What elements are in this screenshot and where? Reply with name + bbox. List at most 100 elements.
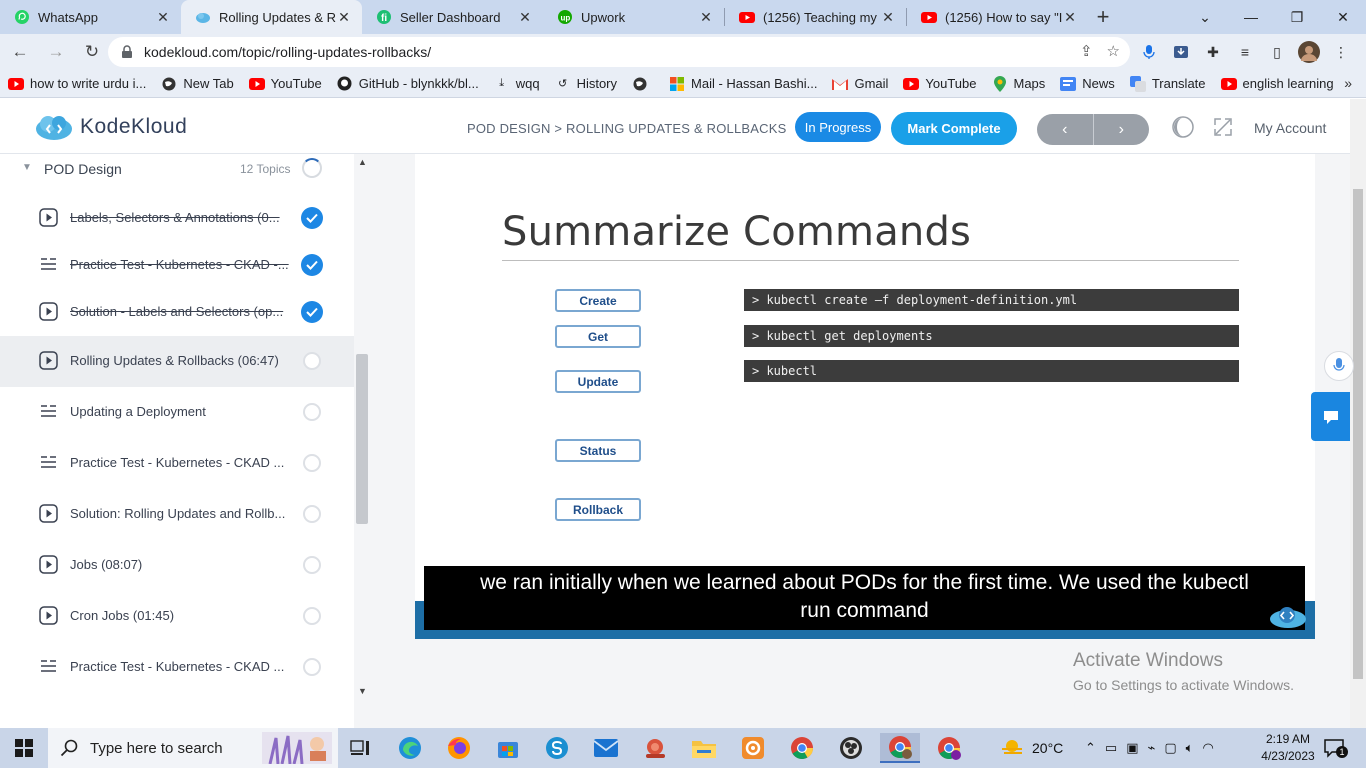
page-scroll-thumb[interactable] bbox=[1353, 189, 1363, 679]
extensions-puzzle-icon[interactable]: ✚ bbox=[1202, 41, 1224, 63]
bookmark-star-icon[interactable]: ☆ bbox=[1107, 42, 1120, 60]
page-scrollbar[interactable] bbox=[1350, 99, 1366, 728]
scroll-up-arrow-icon[interactable]: ▲ bbox=[358, 157, 367, 167]
new-tab-button[interactable]: + bbox=[1088, 0, 1118, 34]
close-tab-icon[interactable]: ✕ bbox=[698, 9, 714, 26]
sidebar-lesson-item[interactable]: Labels, Selectors & Annotations (0... bbox=[0, 193, 354, 244]
bookmark-item[interactable]: Translate bbox=[1129, 75, 1206, 92]
bookmark-item[interactable]: YouTube bbox=[248, 76, 322, 92]
vlc-settings-icon[interactable] bbox=[733, 733, 773, 763]
incomplete-circle-icon[interactable] bbox=[303, 352, 321, 370]
skype-icon[interactable] bbox=[537, 733, 577, 763]
bookmark-item[interactable]: New Tab bbox=[161, 76, 234, 92]
side-panel-icon[interactable]: ▯ bbox=[1266, 41, 1288, 63]
bookmark-item[interactable]: english learning bbox=[1220, 76, 1334, 92]
network-drive-icon[interactable]: ▭ bbox=[1105, 740, 1117, 756]
chrome-icon[interactable] bbox=[782, 733, 822, 763]
fullscreen-icon[interactable] bbox=[1212, 116, 1234, 138]
back-button[interactable]: ← bbox=[4, 36, 36, 68]
incomplete-circle-icon[interactable] bbox=[303, 556, 321, 574]
in-progress-badge[interactable]: In Progress bbox=[795, 112, 881, 142]
completed-check-icon[interactable] bbox=[301, 207, 323, 229]
tab-whatsapp[interactable]: WhatsApp ✕ bbox=[0, 0, 181, 34]
taskbar-search-box[interactable]: Type here to search bbox=[48, 728, 338, 768]
sidebar-scroll-thumb[interactable] bbox=[356, 354, 368, 524]
notification-center-icon[interactable]: 1 bbox=[1324, 728, 1348, 768]
sidebar-lesson-item[interactable]: Rolling Updates & Rollbacks (06:47) bbox=[0, 336, 354, 387]
sidebar-lesson-item[interactable]: Practice Test - Kubernetes - CKAD ... bbox=[0, 642, 354, 693]
incomplete-circle-icon[interactable] bbox=[303, 403, 321, 421]
bookmark-item[interactable] bbox=[632, 76, 654, 92]
incomplete-circle-icon[interactable] bbox=[303, 454, 321, 472]
display-icon[interactable]: ▢ bbox=[1164, 740, 1176, 756]
sidebar-lesson-item[interactable]: Updating a Deployment bbox=[0, 387, 354, 438]
tab-upwork[interactable]: up Upwork ✕ bbox=[543, 0, 724, 34]
volume-icon[interactable]: 🔈︎ bbox=[1186, 740, 1194, 756]
chrome-profile-h-icon[interactable] bbox=[929, 733, 969, 763]
snail-app-icon[interactable] bbox=[635, 733, 675, 763]
dark-mode-icon[interactable] bbox=[1172, 116, 1194, 138]
close-tab-icon[interactable]: ✕ bbox=[336, 9, 352, 26]
next-lesson-button[interactable]: › bbox=[1094, 114, 1150, 145]
wifi-icon[interactable]: ◠ bbox=[1202, 740, 1213, 756]
reload-button[interactable]: ↻ bbox=[76, 36, 108, 68]
profile-avatar[interactable] bbox=[1298, 41, 1320, 63]
share-icon[interactable]: ⇪ bbox=[1080, 42, 1093, 60]
close-tab-icon[interactable]: ✕ bbox=[1062, 9, 1078, 26]
obs-icon[interactable] bbox=[831, 733, 871, 763]
tab-search-icon[interactable]: ⌄ bbox=[1182, 0, 1228, 34]
sidebar-lesson-item[interactable]: Jobs (08:07) bbox=[0, 540, 354, 591]
voice-input-icon[interactable] bbox=[1324, 351, 1354, 381]
sidebar-lesson-item[interactable]: Solution - Labels and Selectors (op... bbox=[0, 287, 354, 338]
completed-check-icon[interactable] bbox=[301, 254, 323, 276]
incomplete-circle-icon[interactable] bbox=[303, 658, 321, 676]
section-header[interactable]: ▼ POD Design 12 Topics bbox=[0, 154, 354, 184]
tab-youtube-1[interactable]: (1256) Teaching my W ✕ bbox=[725, 0, 906, 34]
firefox-icon[interactable] bbox=[439, 733, 479, 763]
bookmark-item[interactable]: how to write urdu i... bbox=[8, 76, 146, 92]
kodekloud-logo[interactable]: KodeKloud bbox=[34, 113, 187, 141]
chrome-profile-active-icon[interactable] bbox=[880, 733, 920, 763]
mail-icon[interactable] bbox=[586, 733, 626, 763]
sidebar-lesson-item[interactable]: Solution: Rolling Updates and Rollb... bbox=[0, 489, 354, 540]
edge-icon[interactable] bbox=[390, 733, 430, 763]
bookmark-item[interactable]: YouTube bbox=[903, 76, 977, 92]
close-tab-icon[interactable]: ✕ bbox=[517, 9, 533, 26]
tab-seller-dashboard[interactable]: fi Seller Dashboard ✕ bbox=[362, 0, 543, 34]
file-explorer-icon[interactable] bbox=[684, 733, 724, 763]
my-account-link[interactable]: My Account bbox=[1254, 120, 1326, 136]
media-control-icon[interactable]: ≡ bbox=[1234, 41, 1256, 63]
bookmark-item[interactable]: ↺ History bbox=[555, 76, 617, 92]
sidebar-lesson-item[interactable]: Practice Test - Kubernetes - CKAD ... bbox=[0, 438, 354, 489]
scroll-down-arrow-icon[interactable]: ▼ bbox=[358, 686, 367, 696]
previous-lesson-button[interactable]: ‹ bbox=[1037, 114, 1094, 145]
mark-complete-button[interactable]: Mark Complete bbox=[891, 112, 1017, 145]
close-tab-icon[interactable]: ✕ bbox=[155, 9, 171, 26]
microsoft-store-icon[interactable] bbox=[488, 733, 528, 763]
bookmark-item[interactable]: Maps bbox=[992, 75, 1045, 92]
sidebar-lesson-item[interactable]: Practice Test - Kubernetes - CKAD -... bbox=[0, 240, 354, 291]
task-view-icon[interactable] bbox=[340, 733, 380, 763]
bookmark-item[interactable]: Mail - Hassan Bashi... bbox=[669, 76, 817, 92]
download-extension-icon[interactable] bbox=[1170, 41, 1192, 63]
minimize-button[interactable]: — bbox=[1228, 0, 1274, 34]
incomplete-circle-icon[interactable] bbox=[303, 505, 321, 523]
forward-button[interactable]: → bbox=[40, 36, 72, 68]
taskbar-clock[interactable]: 2:19 AM 4/23/2023 bbox=[1256, 731, 1320, 765]
chat-support-icon[interactable] bbox=[1311, 392, 1350, 441]
bookmark-item[interactable]: Gmail bbox=[832, 76, 888, 92]
restore-button[interactable]: ❐ bbox=[1274, 0, 1320, 34]
remote-desktop-icon[interactable]: ▣ bbox=[1126, 740, 1138, 756]
windows-start-button[interactable] bbox=[0, 728, 48, 768]
microphone-icon[interactable] bbox=[1138, 41, 1160, 63]
usb-device-icon[interactable]: ⌁ bbox=[1148, 740, 1156, 756]
chevron-more-icon[interactable]: » bbox=[1344, 75, 1352, 91]
sidebar-lesson-item[interactable]: Cron Jobs (01:45) bbox=[0, 591, 354, 642]
close-tab-icon[interactable]: ✕ bbox=[880, 9, 896, 26]
close-window-button[interactable]: ✕ bbox=[1320, 0, 1366, 34]
browser-menu-icon[interactable]: ⋮ bbox=[1330, 41, 1352, 63]
weather-widget[interactable]: 20°C bbox=[1000, 728, 1063, 768]
bookmark-item[interactable]: GitHub - blynkkk/bl... bbox=[337, 76, 479, 92]
completed-check-icon[interactable] bbox=[301, 301, 323, 323]
incomplete-circle-icon[interactable] bbox=[303, 607, 321, 625]
